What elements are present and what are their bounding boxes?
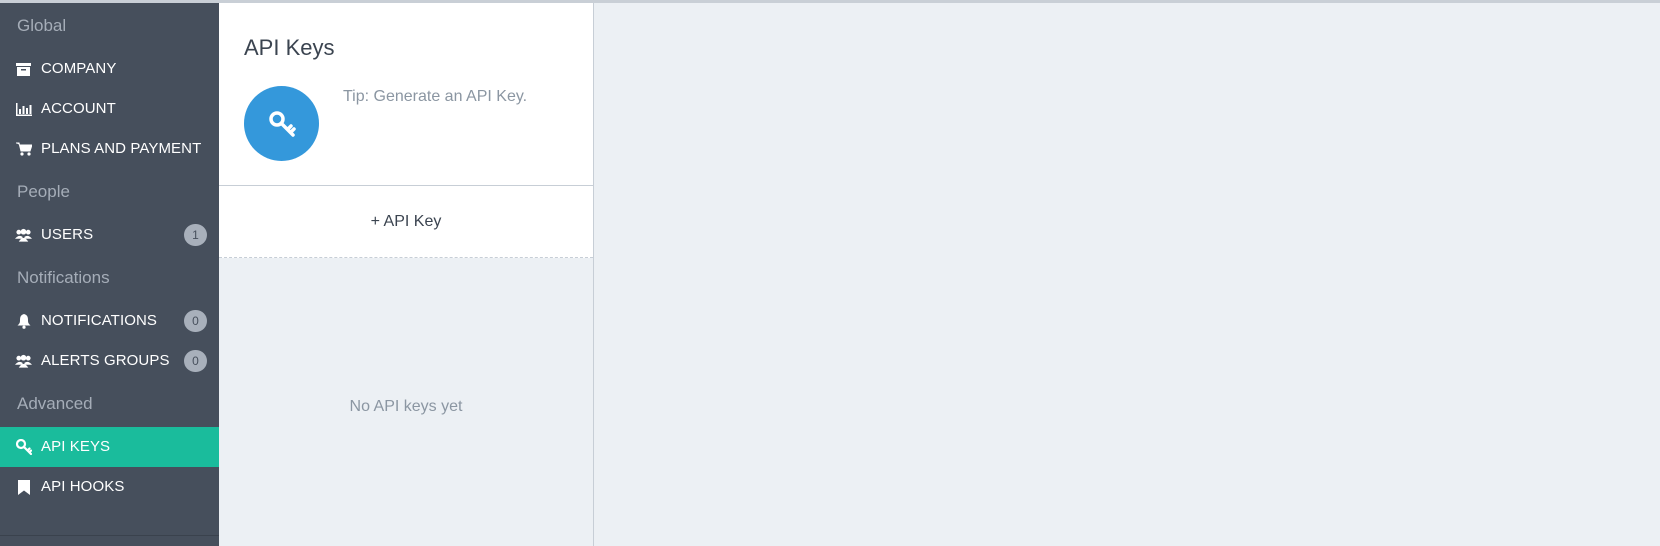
alerts-groups-count-badge: 0 — [184, 350, 207, 372]
sidebar-item-company[interactable]: COMPANY — [0, 49, 219, 89]
bell-icon — [15, 313, 32, 329]
sidebar-item-label: ALERTS GROUPS — [41, 352, 170, 369]
sidebar-item-api-keys[interactable]: API KEYS — [0, 427, 219, 467]
panel-header: API Keys Tip: Generate an API Key. — [219, 3, 593, 186]
sidebar-item-api-hooks[interactable]: API HOOKS — [0, 467, 219, 507]
sidebar-item-users[interactable]: USERS 1 — [0, 215, 219, 255]
sidebar-item-label: USERS — [41, 226, 94, 243]
notifications-count-badge: 0 — [184, 310, 207, 332]
section-advanced: Advanced — [17, 394, 93, 413]
users-count-badge: 1 — [184, 224, 207, 246]
section-people: People — [17, 182, 70, 201]
sidebar-item-label: API HOOKS — [41, 478, 125, 495]
key-icon — [15, 439, 32, 455]
sidebar-item-notifications[interactable]: NOTIFICATIONS 0 — [0, 301, 219, 341]
users-icon — [15, 227, 32, 243]
section-notifications: Notifications — [17, 268, 110, 287]
section-global: Global — [17, 16, 67, 35]
sidebar-item-account[interactable]: ACCOUNT — [0, 89, 219, 129]
sidebar-item-label: PLANS AND PAYMENT — [41, 140, 202, 157]
sidebar-divider — [0, 535, 219, 536]
tip-text: Tip: Generate an API Key. — [343, 88, 528, 105]
sidebar-item-label: API KEYS — [41, 438, 111, 455]
sidebar-item-label: COMPANY — [41, 60, 117, 77]
add-api-key-button[interactable]: + API Key — [219, 186, 593, 258]
key-icon — [244, 86, 319, 161]
bar-chart-icon — [15, 101, 32, 117]
sidebar-item-label: ACCOUNT — [41, 100, 116, 117]
sidebar: Global COMPANY ACCOUNT PLANS AND PAYMENT… — [0, 3, 219, 546]
empty-state-message: No API keys yet — [349, 398, 463, 415]
sidebar-item-plans-and-payment[interactable]: PLANS AND PAYMENT — [0, 129, 219, 169]
users-icon — [15, 353, 32, 369]
cart-icon — [15, 141, 32, 157]
sidebar-item-label: NOTIFICATIONS — [41, 312, 158, 329]
api-keys-panel: API Keys Tip: Generate an API Key. + API… — [219, 3, 594, 546]
archive-icon — [15, 61, 32, 77]
bookmark-icon — [15, 479, 32, 495]
page-title: API Keys — [244, 35, 335, 60]
sidebar-item-alerts-groups[interactable]: ALERTS GROUPS 0 — [0, 341, 219, 381]
